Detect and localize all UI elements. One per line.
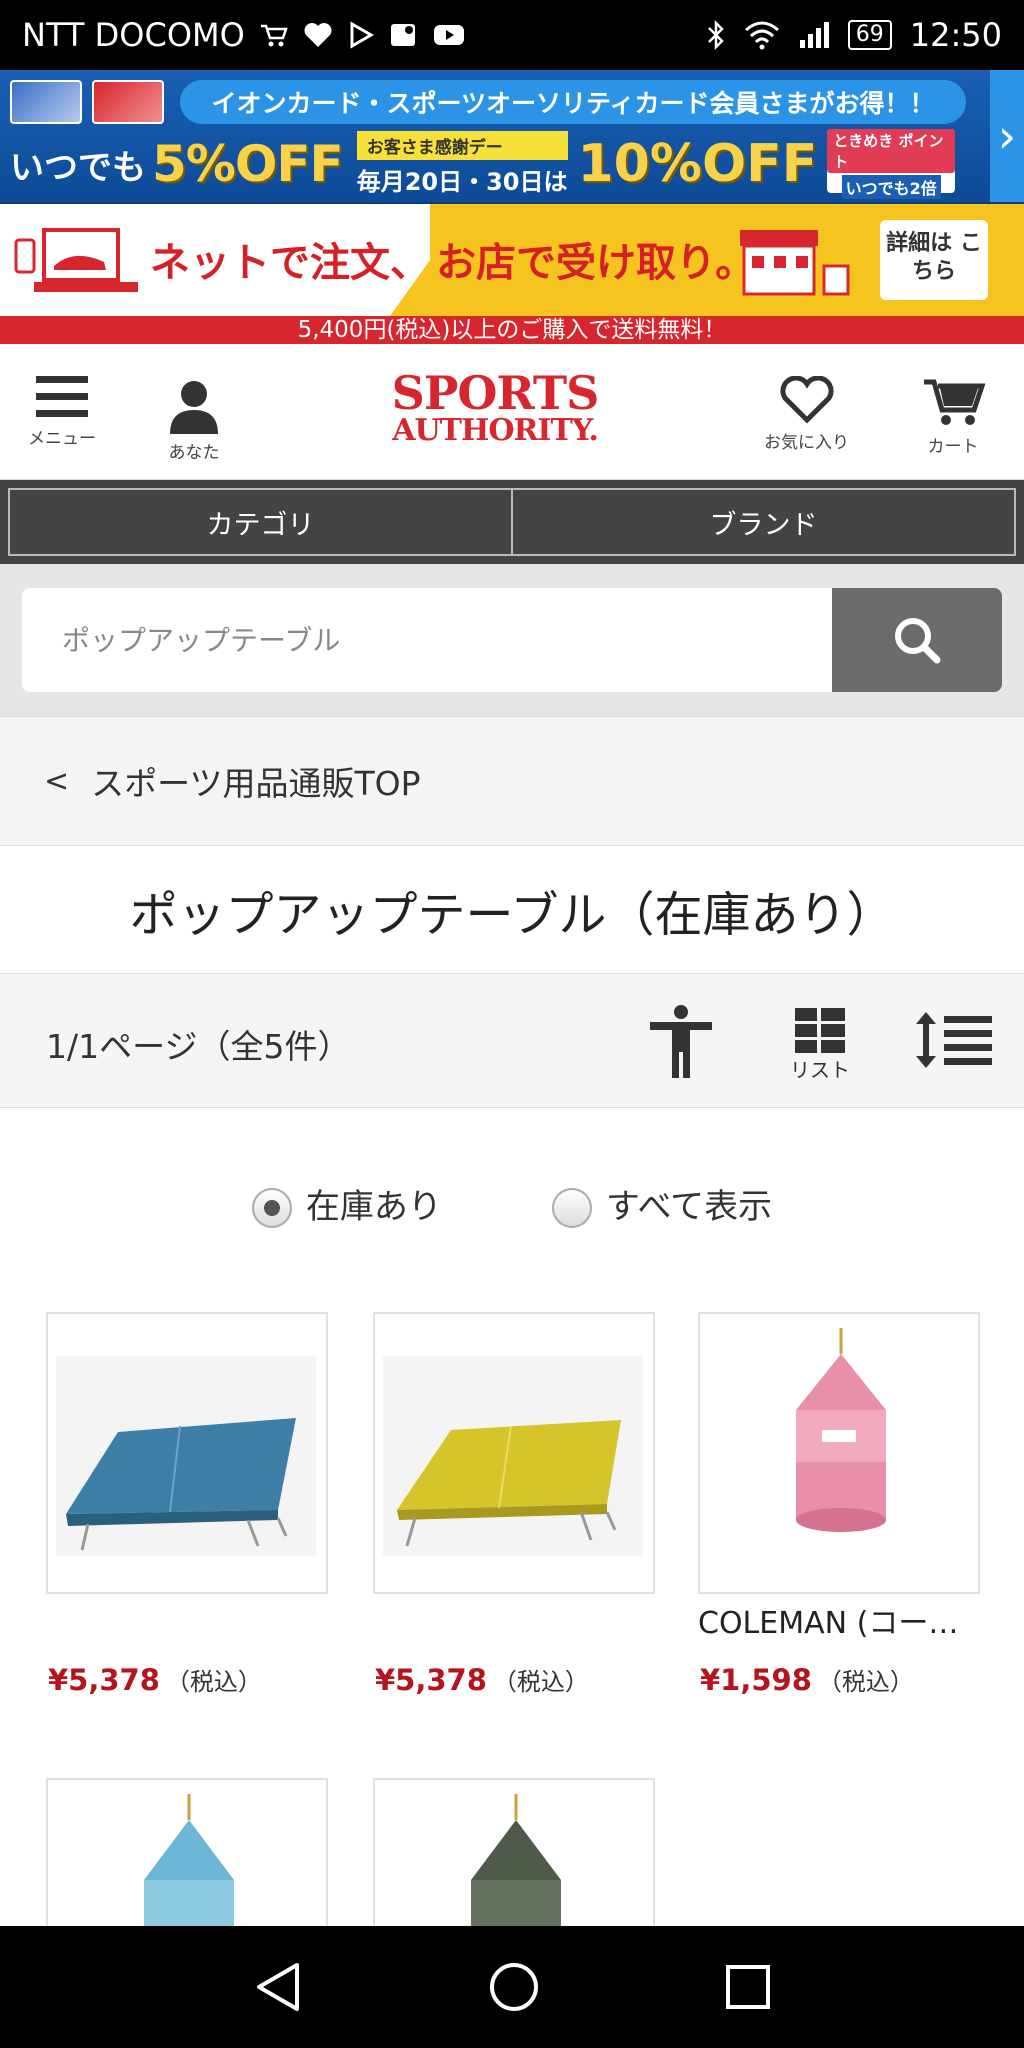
maps-notification-icon [389, 20, 419, 50]
clock: 12:50 [909, 16, 1002, 54]
radio-unchecked-icon [551, 1188, 592, 1228]
hamburger-menu-icon [36, 376, 88, 417]
logo-line-1: SPORTS [391, 366, 600, 420]
brand-tab[interactable]: ブランド [513, 488, 1016, 556]
product-price: ¥5,378 [48, 1663, 160, 1697]
page-title: ポップアップテーブル（在庫あり） [0, 846, 1024, 974]
account-button[interactable]: あなた [166, 380, 222, 463]
product-card[interactable]: COLEMAN (コー… ¥1,598 （税込） [698, 1312, 980, 1697]
search-input[interactable] [22, 588, 832, 692]
sports-authority-card-image [92, 80, 164, 124]
results-count: 1/1ページ（全5件） [46, 1027, 351, 1066]
details-link[interactable]: 詳細は こちら [880, 220, 988, 300]
status-bar: NTT DOCOMO 69 12:50 [0, 0, 1024, 70]
tokimeki-points-label: ときめき ポイント [827, 129, 956, 173]
net-order-text: ネットで注文、 [150, 240, 430, 286]
menu-button[interactable]: メニュー [28, 374, 96, 449]
signal-icon [798, 20, 830, 50]
thanks-day-dates: 毎月20日・30日は [356, 168, 568, 196]
product-card[interactable]: ¥5,378 （税込） [373, 1312, 655, 1697]
battery-indicator: 69 [847, 20, 892, 50]
tokimeki-points-sub: いつでも2倍 [841, 175, 941, 199]
thanks-day-block: お客さま感謝デー 毎月20日・30日は [356, 131, 568, 197]
free-shipping-notice: 5,400円(税込)以上のご購入で送料無料！ [0, 316, 1024, 344]
back-icon[interactable] [253, 1961, 303, 2013]
always-prefix: いつでも [10, 147, 146, 188]
heart-notification-icon [303, 21, 333, 49]
sports-authority-logo[interactable]: SPORTS AUTHORITY. [370, 370, 620, 446]
tax-label: （税込） [817, 1668, 914, 1696]
favorites-button[interactable]: お気に入り [764, 376, 849, 453]
favorites-label: お気に入り [764, 433, 849, 453]
category-nav: カテゴリ ブランド [0, 480, 1024, 564]
carrier-label: NTT DOCOMO [22, 16, 245, 54]
aeon-card-promo-banner[interactable]: イオンカード・スポーツオーソリティカード会員さまがお得！！ いつでも 5%OFF… [0, 70, 1024, 204]
price-row: ¥5,378 （税込） [48, 1662, 262, 1697]
tax-label: （税込） [492, 1668, 589, 1696]
laptop-icon [14, 228, 138, 292]
category-tab[interactable]: カテゴリ [8, 488, 513, 556]
recent-apps-icon[interactable] [725, 1964, 771, 2010]
always-discount: 5%OFF [152, 135, 344, 193]
store-pickup-text: お店で受け取り。 [436, 240, 756, 286]
card-images [10, 80, 164, 124]
chevron-left-icon: < [44, 763, 70, 799]
tokimeki-points-badge: ときめき ポイント いつでも2倍 [827, 129, 956, 199]
youtube-notification-icon [433, 23, 465, 47]
product-price: ¥1,598 [700, 1663, 812, 1697]
logo-line-2: AUTHORITY. [392, 413, 599, 448]
tax-label: （税込） [165, 1668, 262, 1696]
price-row: ¥1,598 （税込） [700, 1662, 914, 1697]
shopping-cart-notification-icon [259, 22, 289, 48]
home-icon[interactable] [488, 1961, 540, 2013]
account-label: あなた [168, 443, 220, 463]
cart-label: カート [927, 437, 979, 457]
promo-offers: いつでも 5%OFF お客さま感謝デー 毎月20日・30日は 10%OFF とき… [10, 129, 976, 199]
price-row: ¥5,378 （税込） [375, 1662, 589, 1697]
site-header: メニュー あなた SPORTS AUTHORITY. お気に入り カート [0, 344, 1024, 480]
product-card[interactable]: ¥5,378 （税込） [46, 1312, 328, 1697]
heart-icon [780, 376, 833, 424]
cart-icon [924, 379, 986, 425]
product-image[interactable] [373, 1312, 655, 1594]
search-icon [895, 618, 941, 664]
search-bar [0, 564, 1024, 716]
stock-filter: 在庫あり すべて表示 [0, 1168, 1024, 1238]
in-stock-label: 在庫あり [305, 1186, 442, 1227]
list-view-label: リスト [790, 1058, 850, 1082]
in-stock-radio[interactable]: 在庫あり [251, 1168, 442, 1238]
product-image[interactable] [698, 1312, 980, 1594]
thanks-day-discount: 10%OFF [577, 134, 818, 194]
menu-label: メニュー [28, 429, 96, 449]
grid-list-icon [795, 1008, 845, 1053]
screen: NTT DOCOMO 69 12:50 イオンカード・スポーツオーソリティカード… [0, 0, 1024, 2048]
breadcrumb-label: スポーツ用品通販TOP [91, 764, 421, 803]
radio-checked-icon [251, 1188, 292, 1228]
accessibility-button[interactable] [648, 1004, 714, 1078]
chevron-right-icon[interactable]: › [990, 70, 1024, 202]
aeon-card-image [10, 80, 82, 124]
list-view-button[interactable]: リスト [790, 1008, 850, 1083]
bluetooth-icon [706, 19, 726, 51]
wifi-icon [744, 20, 780, 50]
promo-headline: イオンカード・スポーツオーソリティカード会員さまがお得！！ [180, 80, 966, 124]
product-image[interactable] [46, 1312, 328, 1594]
play-store-notification-icon [347, 21, 375, 49]
product-price: ¥5,378 [375, 1663, 487, 1697]
system-navigation-bar [0, 1926, 1024, 2048]
shop-icon [740, 230, 850, 296]
results-toolbar: 1/1ページ（全5件） リスト [0, 974, 1024, 1108]
sort-button[interactable] [916, 1010, 992, 1070]
user-icon [170, 381, 218, 434]
show-all-radio[interactable]: すべて表示 [551, 1168, 773, 1238]
search-button[interactable] [832, 588, 1002, 692]
sort-icon [916, 1012, 992, 1068]
breadcrumb[interactable]: < スポーツ用品通販TOP [0, 716, 1024, 846]
store-pickup-promo-banner[interactable]: ネットで注文、 お店で受け取り。 詳細は こちら [0, 204, 1024, 316]
thanks-day-tag: お客さま感謝デー [356, 131, 568, 160]
show-all-label: すべて表示 [605, 1186, 773, 1227]
product-name: COLEMAN (コー… [698, 1606, 959, 1641]
cart-button[interactable]: カート [920, 376, 986, 457]
person-icon [650, 1005, 712, 1078]
